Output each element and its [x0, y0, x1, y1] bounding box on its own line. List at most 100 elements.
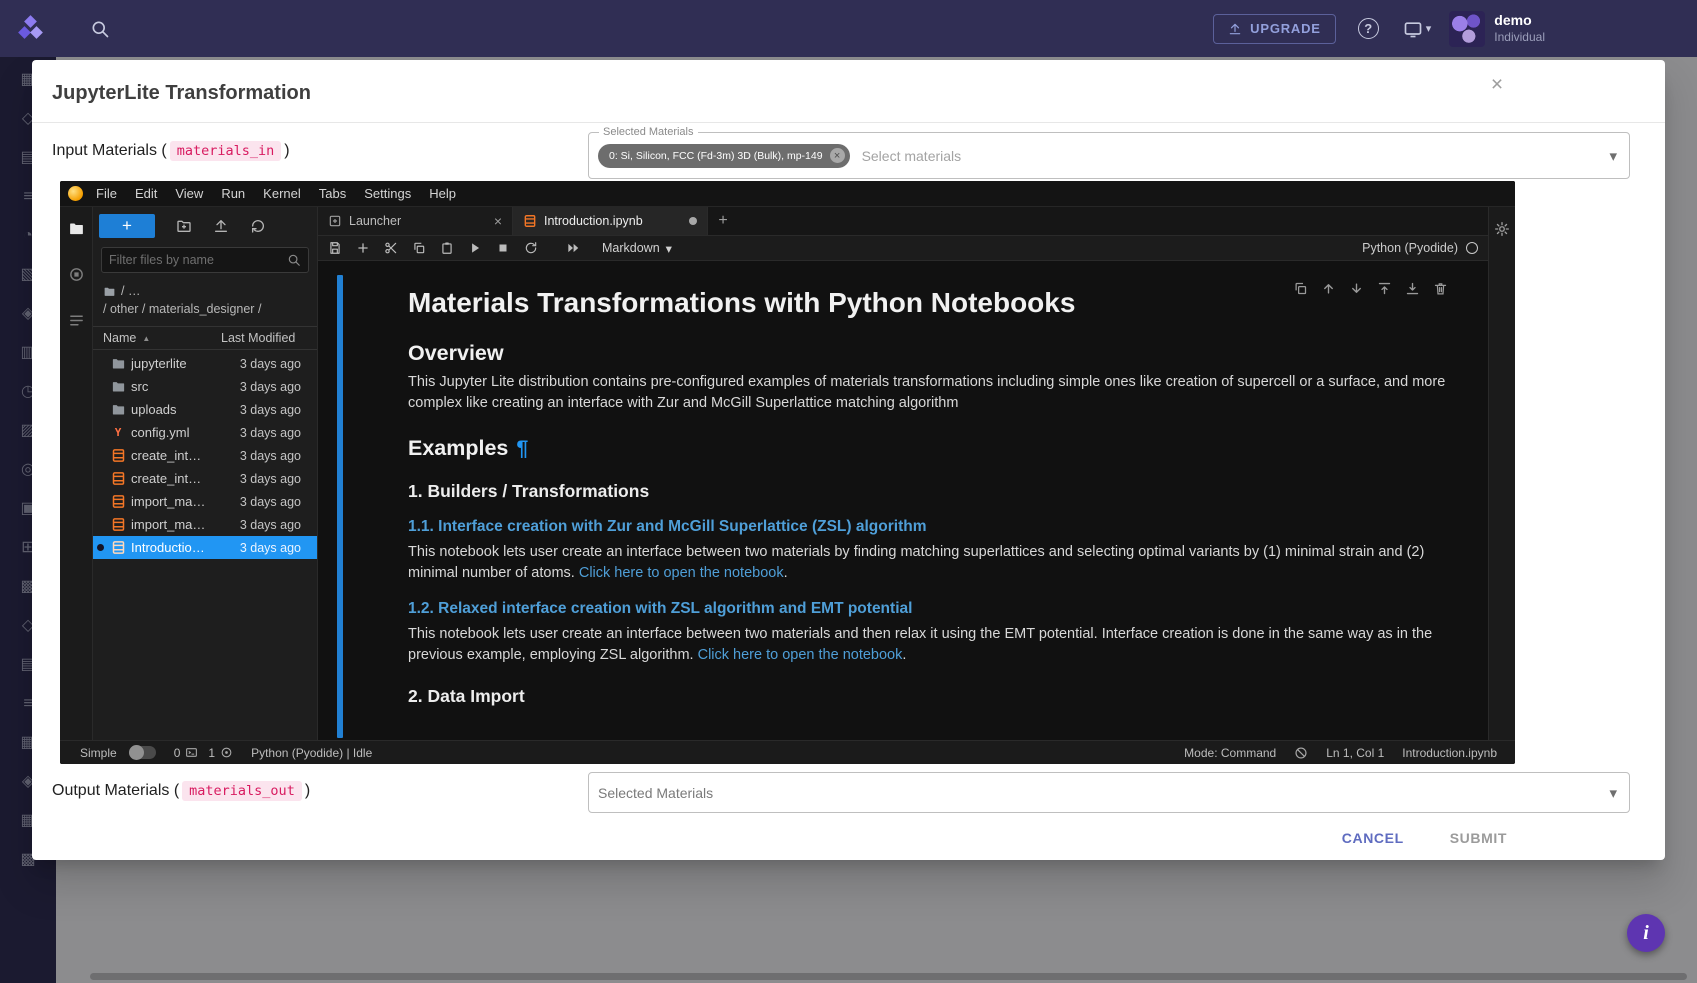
upload-files-icon[interactable] [213, 218, 229, 234]
restart-kernel-icon[interactable] [524, 241, 538, 255]
menu-kernel[interactable]: Kernel [254, 181, 310, 207]
item12-link[interactable]: Click here to open the notebook [698, 647, 903, 663]
file-name: jupyterlite [131, 356, 235, 371]
insert-cell-below-icon[interactable] [1405, 281, 1420, 296]
section2-heading: 2. Data Import [408, 686, 1466, 707]
copy-cell-icon[interactable] [412, 241, 426, 255]
file-row[interactable]: src 3 days ago [93, 375, 317, 398]
move-cell-up-icon[interactable] [1321, 281, 1336, 296]
kernel-state-label: Python (Pyodide) | Idle [251, 746, 372, 760]
menu-view[interactable]: View [166, 181, 212, 207]
cut-cell-icon[interactable] [384, 241, 398, 255]
file-list-header: Name ▲ Last Modified [93, 326, 317, 350]
gear-icon[interactable] [1494, 221, 1510, 237]
add-tab-button[interactable]: + [708, 207, 738, 235]
file-row[interactable]: create_int… 3 days ago [93, 444, 317, 467]
file-row[interactable]: create_int… 3 days ago [93, 467, 317, 490]
delete-cell-icon[interactable] [1433, 281, 1448, 296]
move-cell-down-icon[interactable] [1349, 281, 1364, 296]
tab-launcher[interactable]: Launcher × [318, 207, 513, 235]
file-browser-panel: + / … / o [93, 207, 318, 740]
markdown-cell[interactable]: Materials Transformations with Python No… [408, 279, 1466, 715]
input-label-prefix: Input Materials ( [52, 142, 167, 160]
menu-edit[interactable]: Edit [126, 181, 166, 207]
kernels-count-value: 1 [208, 746, 215, 760]
user-avatar[interactable] [1449, 11, 1485, 47]
caret-down-icon: ▾ [1426, 22, 1432, 35]
item12-text: This notebook lets user create an interf… [408, 626, 1432, 663]
terminals-count-value: 0 [174, 746, 181, 760]
menu-settings[interactable]: Settings [355, 181, 420, 207]
refresh-icon[interactable] [250, 218, 266, 234]
file-row[interactable]: jupyterlite 3 days ago [93, 352, 317, 375]
selected-cell-bar[interactable] [337, 275, 343, 738]
kernels-count[interactable]: 1 [208, 746, 233, 760]
item11-link[interactable]: Click here to open the notebook [579, 565, 784, 581]
menu-file[interactable]: File [87, 181, 126, 207]
terminals-count[interactable]: 0 [174, 746, 199, 760]
interrupt-kernel-icon[interactable] [496, 241, 510, 255]
info-fab-button[interactable]: i [1627, 914, 1665, 952]
file-row[interactable]: import_ma… 3 days ago [93, 490, 317, 513]
yaml-file-icon: Y [110, 425, 126, 441]
duplicate-cell-icon[interactable] [1293, 281, 1308, 296]
restart-run-all-icon[interactable] [566, 241, 580, 255]
modified-indicator-dot[interactable] [689, 217, 697, 225]
search-icon[interactable] [90, 19, 110, 39]
kernel-zone: Python (Pyodide) [1362, 241, 1478, 255]
filter-files-input[interactable] [109, 253, 281, 267]
file-row[interactable]: uploads 3 days ago [93, 398, 317, 421]
console-menu-button[interactable]: ▾ [1403, 19, 1432, 39]
mat3ra-logo[interactable] [16, 15, 44, 43]
column-name-header[interactable]: Name ▲ [103, 331, 221, 345]
file-name: import_ma… [131, 494, 235, 509]
tab-notebook[interactable]: Introduction.ipynb [513, 207, 708, 235]
run-cell-icon[interactable] [468, 241, 482, 255]
add-cell-icon[interactable] [356, 241, 370, 255]
sentence-period: . [902, 647, 906, 663]
breadcrumb-line2: / other / materials_designer / [103, 301, 261, 319]
file-modified: 3 days ago [240, 357, 301, 371]
close-icon[interactable]: × [1484, 72, 1510, 98]
simple-mode-toggle[interactable] [129, 746, 156, 759]
column-modified-header[interactable]: Last Modified [221, 331, 295, 345]
table-of-contents-icon[interactable] [68, 312, 85, 329]
file-row[interactable]: Y config.yml 3 days ago [93, 421, 317, 444]
celltype-caret-icon: ▾ [666, 241, 672, 256]
close-tab-icon[interactable]: × [494, 213, 502, 229]
file-browser-tab-icon[interactable] [68, 220, 85, 237]
tab-label: Introduction.ipynb [544, 214, 682, 228]
kernel-name[interactable]: Python (Pyodide) [1362, 241, 1458, 255]
running-sessions-icon[interactable] [68, 266, 85, 283]
sentence-period: . [784, 565, 788, 581]
chip-delete-icon[interactable]: × [830, 148, 845, 163]
cell-type-dropdown[interactable]: Markdown ▾ [602, 241, 672, 256]
menu-run[interactable]: Run [212, 181, 254, 207]
file-name: uploads [131, 402, 235, 417]
new-launcher-button[interactable]: + [99, 214, 155, 238]
input-label-suffix: ) [284, 142, 289, 160]
input-materials-select[interactable]: Selected Materials 0: Si, Silicon, FCC (… [588, 132, 1630, 179]
insert-cell-above-icon[interactable] [1377, 281, 1392, 296]
new-folder-icon[interactable] [176, 218, 192, 234]
cancel-button[interactable]: CANCEL [1334, 824, 1412, 852]
anchor-link-icon[interactable]: ¶ [516, 436, 528, 460]
menu-tabs[interactable]: Tabs [310, 181, 355, 207]
user-info[interactable]: demo Individual [1494, 12, 1545, 45]
help-icon[interactable]: ? [1358, 18, 1379, 39]
notebook-toolbar: Markdown ▾ Python (Pyodide) [318, 236, 1488, 261]
paste-cell-icon[interactable] [440, 241, 454, 255]
jupyter-status-bar: Simple 0 1 Python (Pyodide) | Idle Mode:… [60, 740, 1515, 764]
file-row[interactable]: import_ma… 3 days ago [93, 513, 317, 536]
submit-button[interactable]: SUBMIT [1442, 824, 1515, 852]
notifications-off-icon[interactable] [1294, 746, 1308, 760]
item12-paragraph: This notebook lets user create an interf… [408, 624, 1466, 666]
file-row-selected[interactable]: Introductio… 3 days ago [93, 536, 317, 559]
cursor-position[interactable]: Ln 1, Col 1 [1326, 746, 1384, 760]
output-materials-select[interactable]: Selected Materials ▾ [588, 772, 1630, 813]
upgrade-button[interactable]: UPGRADE [1213, 14, 1336, 44]
name-header-label: Name [103, 331, 136, 345]
breadcrumb[interactable]: / … / other / materials_designer / [93, 275, 317, 320]
menu-help[interactable]: Help [420, 181, 465, 207]
save-icon[interactable] [328, 241, 342, 255]
